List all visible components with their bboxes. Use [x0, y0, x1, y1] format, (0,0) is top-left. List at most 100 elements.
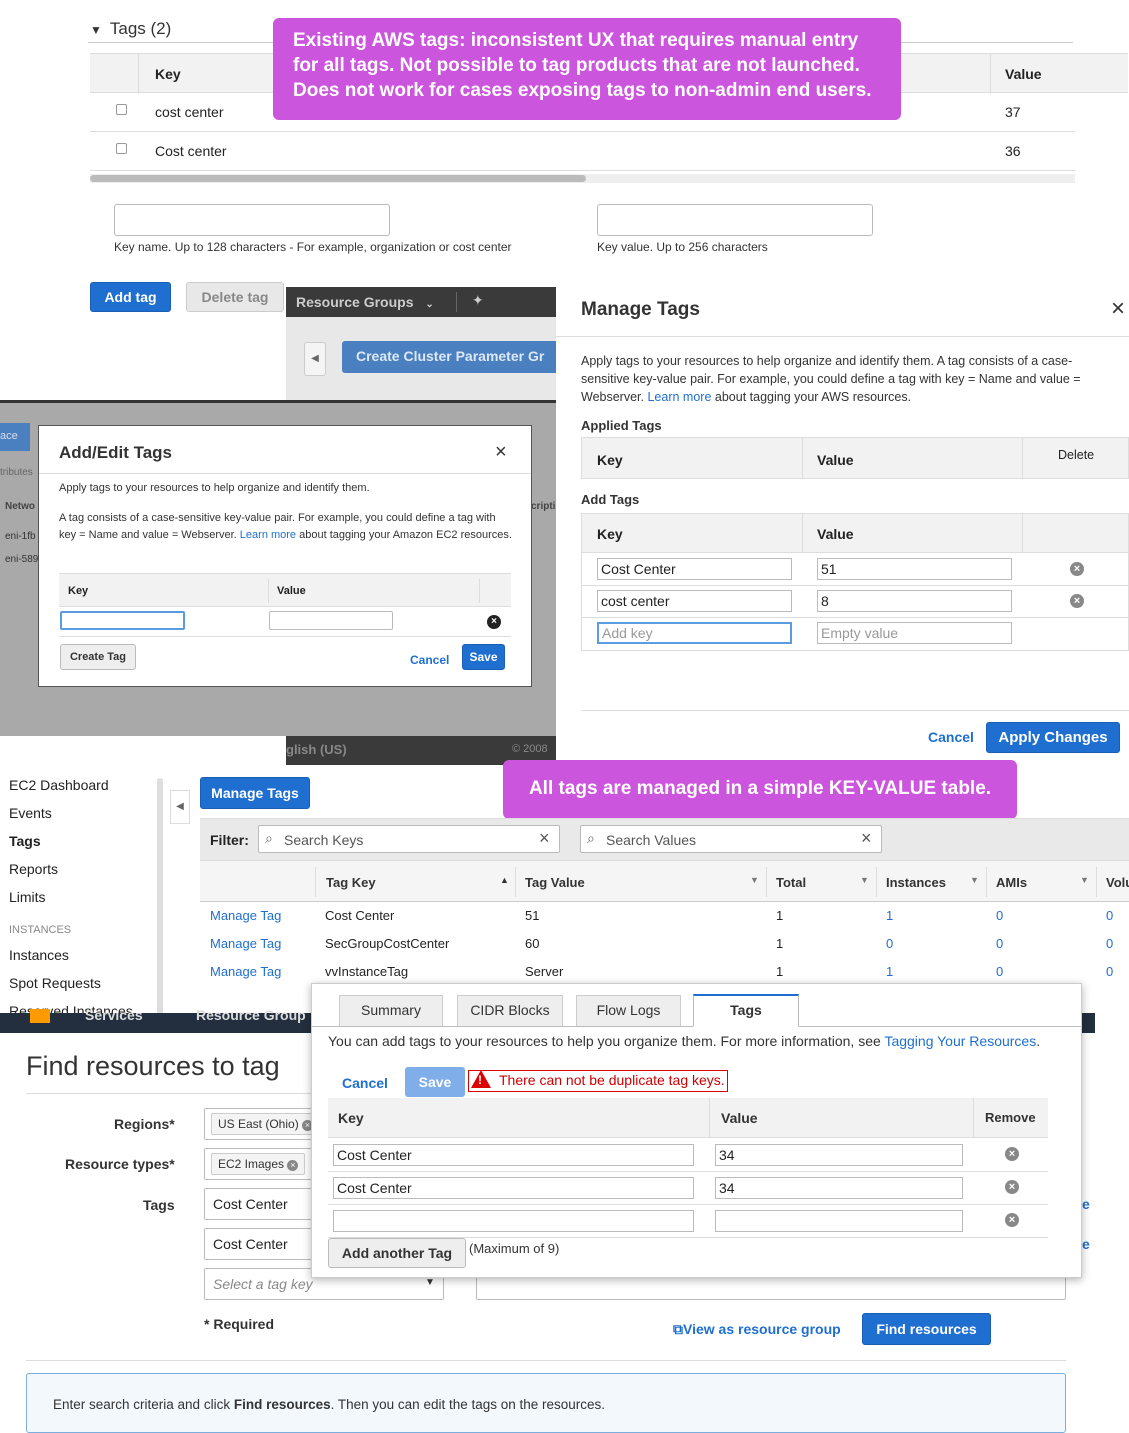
- sidebar-item-reports[interactable]: Reports: [9, 861, 58, 877]
- manage-tag-link[interactable]: Manage Tag: [210, 964, 281, 979]
- col-key-header[interactable]: Key: [155, 66, 181, 82]
- table-row[interactable]: Manage Tag Cost Center 51 1 1 0 0: [200, 902, 1129, 930]
- tags-section-toggle[interactable]: ▼ Tags (2): [90, 19, 171, 39]
- remove-tag-icon[interactable]: ×: [1005, 1213, 1019, 1227]
- sort-icon[interactable]: ▼: [750, 875, 759, 885]
- instances-cell[interactable]: 1: [886, 908, 893, 923]
- cancel-button[interactable]: Cancel: [342, 1075, 388, 1091]
- type-chip[interactable]: EC2 Images ×: [211, 1153, 306, 1175]
- close-icon[interactable]: ×: [1111, 295, 1125, 323]
- table-row[interactable]: Manage Tag vvInstanceTag Server 1 1 0 0: [200, 958, 1129, 986]
- key-value-input[interactable]: [597, 204, 873, 236]
- manage-tags-button[interactable]: Manage Tags: [200, 777, 310, 809]
- tag-key-input[interactable]: [60, 611, 185, 630]
- pin-icon[interactable]: ✦: [472, 292, 484, 309]
- create-tag-button[interactable]: Create Tag: [60, 644, 136, 670]
- resource-groups-menu[interactable]: Resource Groups ⌄: [296, 294, 434, 310]
- sort-icon[interactable]: ▼: [1080, 875, 1089, 885]
- sort-icon[interactable]: ▼: [860, 875, 869, 885]
- add-another-tag-button[interactable]: Add another Tag: [328, 1238, 466, 1268]
- sidebar-item-tags[interactable]: Tags: [9, 833, 41, 849]
- col-value-header[interactable]: Value: [1005, 66, 1042, 82]
- clear-icon[interactable]: ×: [861, 828, 872, 849]
- row-checkbox[interactable]: [116, 104, 127, 115]
- search-values-input[interactable]: ⌕ Search Values ×: [580, 825, 882, 853]
- new-tag-value-input[interactable]: Empty value: [817, 622, 1012, 644]
- add-tag-button[interactable]: Add tag: [90, 282, 171, 312]
- resource-groups-menu[interactable]: Resource Group: [196, 1007, 306, 1023]
- sidebar-scrollbar[interactable]: [157, 778, 163, 1015]
- clear-icon[interactable]: ×: [539, 828, 550, 849]
- amis-cell[interactable]: 0: [996, 908, 1003, 923]
- tag-key-input[interactable]: Cost Center: [597, 558, 792, 580]
- instances-cell[interactable]: 0: [886, 936, 893, 951]
- volumes-cell[interactable]: 0: [1106, 908, 1113, 923]
- tab-flow-logs[interactable]: Flow Logs: [576, 995, 681, 1026]
- col-tag-key[interactable]: Tag Key: [326, 875, 376, 890]
- manage-tag-link[interactable]: Manage Tag: [210, 908, 281, 923]
- col-tag-value[interactable]: Tag Value: [525, 875, 585, 890]
- tag-key-input[interactable]: Cost Center: [333, 1177, 694, 1199]
- tag-key-input[interactable]: Cost Center: [333, 1144, 694, 1166]
- sort-asc-icon[interactable]: ▲: [500, 875, 509, 885]
- sidebar-collapse-button[interactable]: ◀: [304, 342, 326, 376]
- tab-summary[interactable]: Summary: [339, 995, 443, 1026]
- col-amis[interactable]: AMIs: [996, 875, 1027, 890]
- remove-tag-icon[interactable]: ×: [1005, 1180, 1019, 1194]
- edge-link-fragment[interactable]: e: [1082, 1196, 1090, 1212]
- table-row[interactable]: Cost center 36: [90, 132, 1075, 171]
- region-chip[interactable]: US East (Ohio) ×: [211, 1113, 321, 1135]
- tag-value-input[interactable]: [269, 611, 393, 630]
- tag-value-input[interactable]: 8: [817, 590, 1012, 612]
- delete-tag-button[interactable]: Delete tag: [186, 282, 284, 312]
- remove-tag-icon[interactable]: ×: [487, 615, 501, 629]
- language-selector[interactable]: glish (US): [286, 742, 347, 757]
- sidebar-item-events[interactable]: Events: [9, 805, 52, 821]
- tag-value-input[interactable]: 34: [715, 1177, 963, 1199]
- save-button[interactable]: Save: [405, 1067, 465, 1097]
- close-icon[interactable]: ×: [495, 441, 507, 464]
- cancel-button[interactable]: Cancel: [410, 653, 449, 667]
- save-button[interactable]: Save: [462, 644, 505, 670]
- sort-icon[interactable]: ▼: [970, 875, 979, 885]
- sidebar-collapse-button[interactable]: ◀: [170, 790, 190, 824]
- row-checkbox[interactable]: [116, 143, 127, 154]
- horizontal-scrollbar[interactable]: [90, 174, 1075, 183]
- view-as-resource-group-link[interactable]: ⧉View as resource group: [673, 1321, 841, 1338]
- create-cluster-parameter-button[interactable]: Create Cluster Parameter Gr: [342, 341, 556, 373]
- sidebar-item-spot-requests[interactable]: Spot Requests: [9, 975, 101, 991]
- sidebar-item-ec2-dashboard[interactable]: EC2 Dashboard: [9, 777, 109, 793]
- search-keys-input[interactable]: ⌕ Search Keys ×: [258, 825, 560, 853]
- col-total[interactable]: Total: [776, 875, 806, 890]
- col-instances[interactable]: Instances: [886, 875, 946, 890]
- remove-tag-icon[interactable]: ×: [1070, 594, 1084, 608]
- apply-changes-button[interactable]: Apply Changes: [986, 722, 1120, 753]
- sidebar-item-limits[interactable]: Limits: [9, 889, 46, 905]
- col-volumes[interactable]: Volu: [1106, 875, 1129, 890]
- tag-value-input[interactable]: 51: [817, 558, 1012, 580]
- remove-tag-icon[interactable]: ×: [1070, 562, 1084, 576]
- amis-cell[interactable]: 0: [996, 936, 1003, 951]
- key-name-input[interactable]: [114, 204, 390, 236]
- tab-cidr-blocks[interactable]: CIDR Blocks: [457, 995, 563, 1026]
- new-tag-key-input[interactable]: Add key: [597, 622, 792, 644]
- sidebar-item-instances[interactable]: Instances: [9, 947, 69, 963]
- tab-tags[interactable]: Tags: [693, 994, 799, 1027]
- find-resources-button[interactable]: Find resources: [862, 1313, 991, 1345]
- services-menu[interactable]: Services: [85, 1007, 143, 1023]
- tag-value-input[interactable]: 34: [715, 1144, 963, 1166]
- cancel-button[interactable]: Cancel: [928, 729, 974, 745]
- learn-more-link[interactable]: Learn more: [647, 390, 711, 404]
- tag-value-input[interactable]: [715, 1210, 963, 1232]
- edge-link-fragment[interactable]: e: [1082, 1236, 1090, 1252]
- remove-chip-icon[interactable]: ×: [287, 1160, 299, 1171]
- table-row[interactable]: Manage Tag SecGroupCostCenter 60 1 0 0 0: [200, 930, 1129, 958]
- volumes-cell[interactable]: 0: [1106, 936, 1113, 951]
- tag-key-input[interactable]: [333, 1210, 694, 1232]
- scrollbar-thumb[interactable]: [90, 175, 586, 182]
- learn-more-link[interactable]: Learn more: [240, 529, 296, 541]
- instances-cell[interactable]: 1: [886, 964, 893, 979]
- tag-key-input[interactable]: cost center: [597, 590, 792, 612]
- volumes-cell[interactable]: 0: [1106, 964, 1113, 979]
- tagging-resources-link[interactable]: Tagging Your Resources: [884, 1033, 1036, 1049]
